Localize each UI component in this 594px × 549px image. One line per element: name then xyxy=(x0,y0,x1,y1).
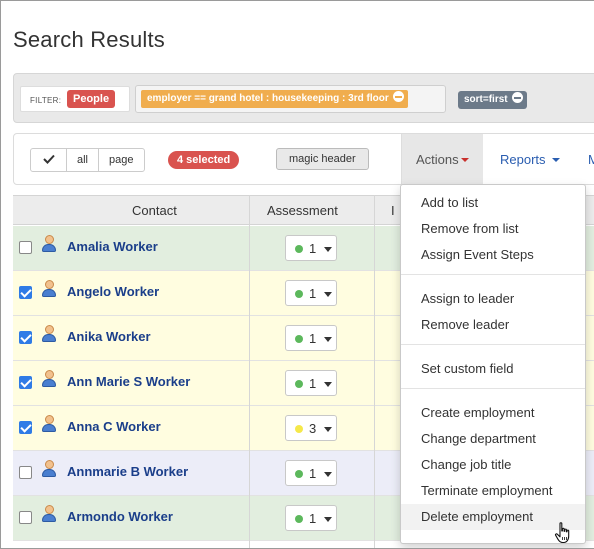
menu-item-remove-from-list[interactable]: Remove from list xyxy=(401,216,585,242)
assessment-dot-icon xyxy=(295,515,303,523)
results-toolbar: all page 4 selected magic header Actions… xyxy=(13,133,594,185)
column-divider xyxy=(374,195,375,548)
assessment-dot-icon xyxy=(295,425,303,433)
assessment-dot-icon xyxy=(295,470,303,478)
assessment-dropdown[interactable]: 1 xyxy=(285,325,337,351)
assessment-dot-icon xyxy=(295,245,303,253)
selected-count-badge[interactable]: 4 selected xyxy=(168,151,240,169)
column-header-third[interactable]: I xyxy=(391,203,395,218)
column-header-assessment[interactable]: Assessment xyxy=(267,203,338,218)
menu-divider xyxy=(401,274,585,275)
contact-name-link[interactable]: Annmarie B Worker xyxy=(67,464,188,479)
remove-sort-icon[interactable] xyxy=(511,92,523,103)
contact-name-link[interactable]: Ann Marie S Worker xyxy=(67,374,190,389)
assessment-value: 1 xyxy=(309,376,317,391)
row-checkbox[interactable] xyxy=(19,466,32,479)
hand-pointer-cursor-icon xyxy=(554,522,570,544)
select-button-group: all page xyxy=(30,148,145,172)
menu-item-set-custom-field[interactable]: Set custom field xyxy=(401,356,585,382)
column-divider xyxy=(249,195,250,548)
chevron-down-icon xyxy=(324,337,332,342)
sort-tag[interactable]: sort=first xyxy=(458,91,527,109)
menu-item-add-to-list[interactable]: Add to list xyxy=(401,190,585,216)
menu-item-remove-leader[interactable]: Remove leader xyxy=(401,312,585,338)
assessment-value: 1 xyxy=(309,286,317,301)
person-icon xyxy=(41,505,57,523)
employer-filter-wrap: employer == grand hotel : housekeeping :… xyxy=(135,85,446,113)
reports-menu-button[interactable]: Reports xyxy=(500,152,560,167)
menu-divider xyxy=(401,388,585,389)
assessment-dot-icon xyxy=(295,290,303,298)
assessment-dropdown[interactable]: 1 xyxy=(285,505,337,531)
employer-filter-text: employer == grand hotel : housekeeping :… xyxy=(147,93,389,104)
assessment-dropdown[interactable]: 1 xyxy=(285,370,337,396)
assessment-value: 1 xyxy=(309,331,317,346)
actions-dropdown-menu: Add to list Remove from list Assign Event … xyxy=(400,184,586,544)
person-icon xyxy=(41,370,57,388)
menu-item-change-job-title[interactable]: Change job title xyxy=(401,452,585,478)
assessment-dot-icon xyxy=(295,380,303,388)
assessment-dot-icon xyxy=(295,335,303,343)
select-page-button[interactable]: page xyxy=(99,149,143,171)
chevron-down-icon xyxy=(324,247,332,252)
page-title: Search Results xyxy=(13,27,165,52)
assessment-value: 1 xyxy=(309,511,317,526)
person-icon xyxy=(41,415,57,433)
chevron-down-icon xyxy=(324,292,332,297)
actions-label: Actions xyxy=(416,152,469,167)
menu-divider xyxy=(401,344,585,345)
filter-bar: FILTER: People employer == grand hotel :… xyxy=(13,73,594,123)
person-icon xyxy=(41,460,57,478)
row-checkbox[interactable] xyxy=(19,511,32,524)
contact-name-link[interactable]: Anna C Worker xyxy=(67,419,161,434)
employer-filter-tag[interactable]: employer == grand hotel : housekeeping :… xyxy=(141,90,408,108)
menu-item-change-department[interactable]: Change department xyxy=(401,426,585,452)
menu-item-assign-event-steps[interactable]: Assign Event Steps xyxy=(401,242,585,268)
contact-name-link[interactable]: Angelo Worker xyxy=(67,284,159,299)
filter-label-box: FILTER: People xyxy=(20,86,130,112)
menu-item-assign-to-leader[interactable]: Assign to leader xyxy=(401,286,585,312)
contact-name-link[interactable]: Armondo Worker xyxy=(67,509,173,524)
assessment-dropdown[interactable]: 1 xyxy=(285,280,337,306)
chevron-down-icon xyxy=(551,158,560,162)
person-icon xyxy=(41,325,57,343)
select-all-button[interactable]: all xyxy=(67,149,100,171)
row-checkbox[interactable] xyxy=(19,241,32,254)
app-frame: Search Results FILTER: People employer =… xyxy=(0,0,594,549)
sort-tag-text: sort=first xyxy=(464,94,508,105)
checkmark-icon xyxy=(42,154,55,164)
actions-menu-button[interactable]: Actions xyxy=(401,134,483,184)
filter-label: FILTER: xyxy=(30,96,62,105)
person-icon xyxy=(41,280,57,298)
assessment-value: 3 xyxy=(309,421,317,436)
row-checkbox[interactable] xyxy=(19,331,32,344)
assessment-dropdown[interactable]: 3 xyxy=(285,415,337,441)
remove-filter-icon[interactable] xyxy=(392,91,404,102)
select-checkbox-button[interactable] xyxy=(31,149,67,171)
people-filter-tag[interactable]: People xyxy=(67,90,116,108)
contact-name-link[interactable]: Amalia Worker xyxy=(67,239,158,254)
contact-name-link[interactable]: Anika Worker xyxy=(67,329,151,344)
assessment-dropdown[interactable]: 1 xyxy=(285,235,337,261)
magic-header-button[interactable]: magic header xyxy=(276,148,369,170)
chevron-down-icon xyxy=(324,382,332,387)
assessment-value: 1 xyxy=(309,241,317,256)
row-checkbox[interactable] xyxy=(19,376,32,389)
more-menu-button[interactable]: M xyxy=(588,152,594,167)
row-checkbox[interactable] xyxy=(19,286,32,299)
chevron-down-icon xyxy=(324,517,332,522)
person-icon xyxy=(41,235,57,253)
menu-item-create-employment[interactable]: Create employment xyxy=(401,400,585,426)
row-checkbox[interactable] xyxy=(19,421,32,434)
chevron-down-icon xyxy=(460,158,469,162)
chevron-down-icon xyxy=(324,427,332,432)
column-header-contact[interactable]: Contact xyxy=(132,203,177,218)
assessment-value: 1 xyxy=(309,466,317,481)
chevron-down-icon xyxy=(324,472,332,477)
assessment-dropdown[interactable]: 1 xyxy=(285,460,337,486)
menu-item-terminate-employment[interactable]: Terminate employment xyxy=(401,478,585,504)
